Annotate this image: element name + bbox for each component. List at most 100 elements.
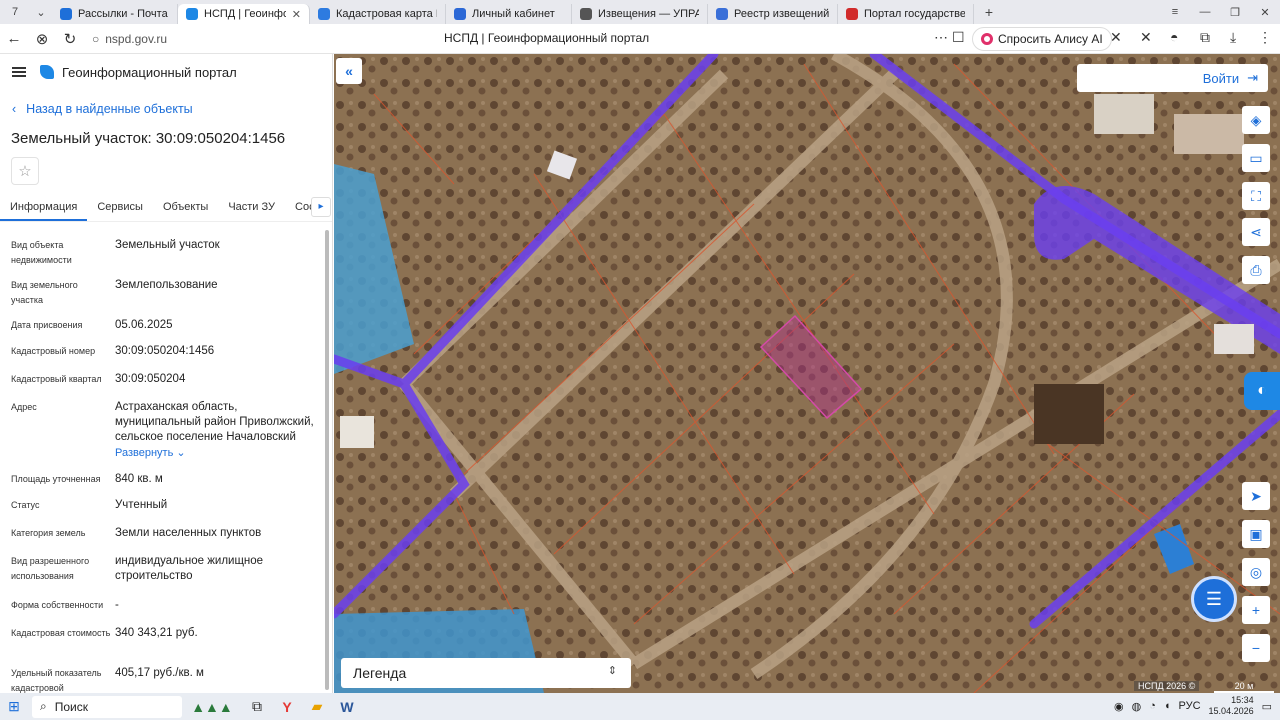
tab-count-badge[interactable]: 7	[4, 3, 26, 21]
share-icon[interactable]: ⋖	[1242, 218, 1270, 246]
extension-icon[interactable]: ✕	[1140, 29, 1152, 46]
back-icon[interactable]: ←	[0, 30, 28, 47]
extension-icon[interactable]: ⧉	[1200, 29, 1210, 46]
file-explorer-icon[interactable]: ▰	[302, 698, 332, 715]
tab-label: Рассылки - Почта Mail	[78, 8, 169, 20]
notification-icon[interactable]: ▭	[1262, 700, 1272, 713]
print-icon[interactable]: ⎙	[1242, 256, 1270, 284]
language-indicator[interactable]: РУС	[1179, 700, 1201, 712]
network-icon[interactable]: ◔	[1149, 700, 1156, 712]
login-icon: ⇥	[1247, 70, 1258, 85]
back-label: Назад в найденные объекты	[26, 102, 193, 116]
bookmarks-icon[interactable]: ≡	[1160, 6, 1190, 18]
tray-icon[interactable]: ◍	[1132, 700, 1142, 713]
task-view-icon[interactable]: ⧉	[242, 698, 272, 715]
panel-scrollbar[interactable]	[325, 230, 329, 690]
lock-icon: ○	[92, 31, 100, 46]
taskbar-search[interactable]: ⌕ Поиск	[32, 695, 182, 718]
select-area-icon[interactable]: ⛶	[1242, 182, 1270, 210]
attr-label: Вид объекта недвижимости	[11, 240, 72, 265]
tab-parts[interactable]: Части ЗУ	[218, 194, 285, 221]
tab-label: НСПД | Геоинформаци	[204, 8, 286, 20]
bookmark-icon[interactable]: ☐	[952, 29, 965, 46]
attr-label: Кадастровый квартал	[11, 374, 102, 384]
clock[interactable]: 15:34 15.04.2026	[1209, 695, 1254, 717]
new-tab-button[interactable]: +	[978, 3, 1000, 21]
browser-tab[interactable]: Портал государственно	[838, 4, 974, 24]
forest-widget-icon[interactable]: ▲▲▲	[182, 699, 242, 715]
expand-address-link[interactable]: Развернуть ⌄	[115, 447, 186, 459]
building	[1094, 94, 1154, 134]
favorite-star-icon[interactable]: ☆	[11, 157, 39, 185]
attr-value: 30:09:050204:1456	[115, 345, 215, 357]
tab-label: Личный кабинет	[472, 8, 555, 20]
yandex-browser-icon[interactable]: Y	[272, 699, 302, 715]
building	[340, 416, 374, 448]
reload-icon[interactable]: ↻	[56, 30, 84, 48]
attr-value: 405,17 руб./кв. м	[115, 667, 204, 679]
browser-tab[interactable]: Рассылки - Почта Mail	[52, 4, 178, 24]
tab-info[interactable]: Информация	[0, 194, 88, 221]
geo-search-icon[interactable]: ◎	[1242, 558, 1270, 586]
browser-tab[interactable]: Извещения — УПРАВЛЕН	[572, 4, 708, 24]
attr-label: Дата присвоения	[11, 320, 83, 330]
building	[1214, 324, 1254, 354]
privacy-icon[interactable]: ⊗	[28, 30, 56, 48]
tab-services[interactable]: Сервисы	[87, 194, 153, 221]
map-view[interactable]: « Войти ⇥ ◈ ▭ ⛶ ⋖ ⎙ ◐ ➤ ▣ ◎ + − ☰ Легенда…	[334, 54, 1280, 693]
tab-favicon-icon	[318, 8, 330, 20]
back-to-results-link[interactable]: ‹ Назад в найденные объекты	[12, 102, 193, 116]
attr-label: Адрес	[11, 402, 37, 412]
alice-button[interactable]: Спросить Алису AI	[972, 27, 1112, 51]
window-controls: ≡ — ❐ ✕	[1160, 0, 1280, 24]
locate-icon[interactable]: ➤	[1242, 482, 1270, 510]
object-title: Земельный участок: 30:09:050204:1456	[11, 130, 286, 147]
login-button[interactable]: Войти ⇥	[1077, 64, 1268, 92]
menu-icon[interactable]	[12, 67, 26, 77]
zoom-in-icon[interactable]: +	[1242, 596, 1270, 624]
login-label: Войти	[1202, 70, 1240, 86]
attr-label: Вид разрешенного использования	[11, 556, 90, 581]
assistant-icon[interactable]: ◐	[1244, 372, 1280, 410]
download-icon[interactable]: ⤓	[1230, 29, 1236, 46]
tabs-next-icon[interactable]: ▸	[311, 197, 331, 217]
browser-tab[interactable]: Кадастровая карта Росси	[310, 4, 446, 24]
info-tabs: Информация Сервисы Объекты Части ЗУ Сост…	[0, 194, 332, 222]
time: 15:34	[1231, 695, 1254, 705]
extension-icon[interactable]: ◓	[1170, 29, 1178, 45]
chevron-down-icon[interactable]: ⌄	[30, 3, 52, 21]
browser-tab[interactable]: НСПД | Геоинформаци ✕	[178, 4, 310, 24]
tab-close-icon[interactable]: ✕	[292, 8, 301, 21]
attr-label: Вид земельного участка	[11, 280, 78, 305]
attr-label: Статус	[11, 500, 40, 510]
zoom-out-icon[interactable]: −	[1242, 634, 1270, 662]
word-icon[interactable]: W	[332, 699, 362, 715]
legend-select[interactable]: Легенда ⇕	[341, 658, 631, 688]
volume-icon[interactable]: ◖	[1164, 700, 1171, 712]
browser-tab[interactable]: Реестр извещений	[708, 4, 838, 24]
tab-objects[interactable]: Объекты	[153, 194, 218, 221]
menu-icon[interactable]: ⋮	[1258, 29, 1272, 46]
minimap-icon[interactable]: ▣	[1242, 520, 1270, 548]
windows-start-icon[interactable]: ⊞	[0, 698, 28, 715]
attr-label: Кадастровая стоимость	[11, 628, 111, 638]
layers-icon[interactable]: ◈	[1242, 106, 1270, 134]
address-bar: ← ⊗ ↻ ○ nspd.gov.ru НСПД | Геоинформацион…	[0, 24, 1280, 54]
attr-value: Учтенный	[115, 499, 168, 511]
url-field[interactable]: ○ nspd.gov.ru	[92, 32, 167, 46]
extension-icon[interactable]: ✕	[1110, 29, 1122, 46]
chat-icon[interactable]: ☰	[1191, 576, 1237, 622]
chevron-left-icon: ‹	[12, 102, 17, 116]
collapse-panel-icon[interactable]: «	[336, 58, 362, 84]
restore-icon[interactable]: ❐	[1220, 6, 1250, 19]
close-icon[interactable]: ✕	[1250, 6, 1280, 19]
satellite-map-layer	[334, 54, 1280, 693]
attr-value: Землепользование	[115, 279, 218, 291]
date: 15.04.2026	[1208, 706, 1254, 716]
browser-tab[interactable]: Личный кабинет	[446, 4, 572, 24]
alice-icon	[981, 33, 993, 45]
tray-icon[interactable]: ◉	[1114, 700, 1124, 713]
ruler-icon[interactable]: ▭	[1242, 144, 1270, 172]
more-icon[interactable]: ⋯	[934, 29, 948, 46]
minimize-icon[interactable]: —	[1190, 6, 1220, 18]
